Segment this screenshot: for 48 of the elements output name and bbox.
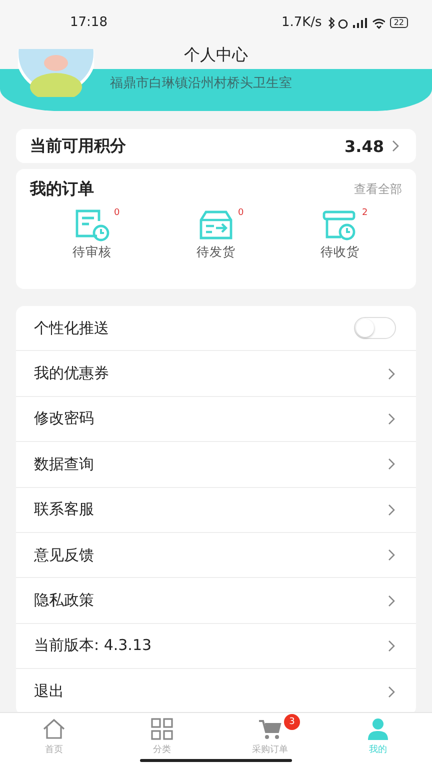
menu-item[interactable]: 修改密码 bbox=[16, 396, 416, 442]
menu-label: 当前版本: 4.3.13 bbox=[34, 636, 152, 656]
battery-level: 22 bbox=[390, 17, 408, 28]
menu-label: 联系客服 bbox=[34, 500, 94, 520]
toggle-switch[interactable] bbox=[354, 317, 396, 340]
status-icons bbox=[326, 16, 385, 28]
menu-label: 意见反馈 bbox=[34, 546, 94, 565]
orders-title: 我的订单 bbox=[30, 179, 94, 200]
chevron-icon bbox=[388, 640, 396, 652]
box-arrow-icon bbox=[197, 208, 235, 242]
network-speed: 1.7K/s bbox=[281, 15, 322, 30]
points-value: 3.48 bbox=[344, 136, 384, 156]
chevron-icon bbox=[388, 458, 396, 470]
cart-count-badge: 3 bbox=[284, 714, 300, 730]
menu-item[interactable]: 数据查询 bbox=[16, 442, 416, 488]
cart-icon bbox=[258, 718, 282, 740]
chevron-icon bbox=[388, 686, 396, 698]
chevron-icon bbox=[388, 504, 396, 516]
points-label: 当前可用积分 bbox=[30, 136, 126, 156]
chevron-icon bbox=[388, 594, 396, 607]
menu-item[interactable]: 我的优惠券 bbox=[16, 351, 416, 397]
clinic-address: 福鼎市白琳镇沿州村桥头卫生室 bbox=[110, 75, 292, 92]
grid-icon bbox=[151, 718, 173, 740]
chevron-icon bbox=[392, 140, 400, 152]
menu-item[interactable]: 联系客服 bbox=[16, 488, 416, 533]
home-icon bbox=[42, 718, 66, 740]
menu-item[interactable]: 个性化推送 bbox=[16, 306, 416, 352]
order-status-button[interactable]: 0 待发货 bbox=[154, 208, 278, 261]
menu-item[interactable]: 退出 bbox=[16, 669, 416, 715]
menu-label: 退出 bbox=[34, 682, 64, 702]
menu-label: 个性化推送 bbox=[34, 318, 109, 338]
menu-label: 修改密码 bbox=[34, 409, 94, 428]
person-icon bbox=[366, 718, 390, 740]
chevron-icon bbox=[388, 412, 396, 425]
menu-label: 我的优惠券 bbox=[34, 364, 109, 384]
menu-label: 隐私政策 bbox=[34, 591, 94, 610]
chevron-icon bbox=[388, 368, 396, 380]
chevron-icon bbox=[388, 549, 396, 562]
status-time: 17:18 bbox=[70, 15, 108, 30]
menu-item[interactable]: 意见反馈 bbox=[16, 532, 416, 578]
page-title: 个人中心 bbox=[183, 45, 249, 66]
list-clock-icon bbox=[73, 208, 111, 242]
menu-item[interactable]: 隐私政策 bbox=[16, 578, 416, 624]
menu-item[interactable]: 当前版本: 4.3.13 bbox=[16, 624, 416, 670]
menu-label: 数据查询 bbox=[34, 454, 94, 474]
order-status-button[interactable]: 0 待审核 bbox=[30, 208, 154, 261]
order-status-button[interactable]: 2 待收货 bbox=[278, 208, 402, 261]
points-row[interactable]: 当前可用积分 3.48 bbox=[16, 129, 416, 163]
